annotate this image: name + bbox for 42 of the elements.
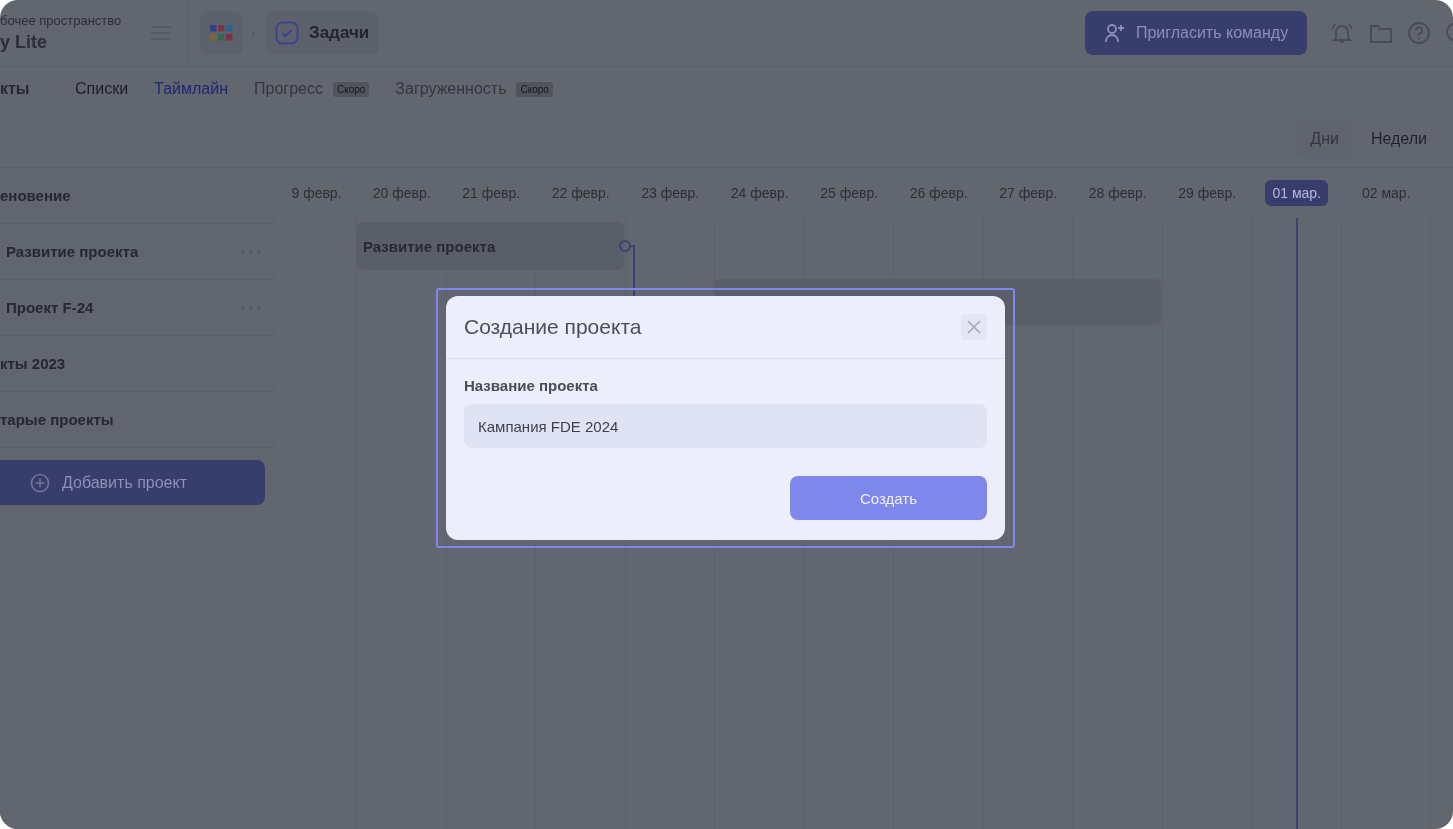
project-name[interactable]: кты 2023: [0, 355, 66, 372]
close-icon: [967, 320, 981, 334]
checkbox-icon: [275, 21, 299, 45]
create-button[interactable]: Создать: [790, 476, 987, 520]
project-name[interactable]: Развитие проекта: [0, 243, 139, 260]
date-label: 23 февр.: [640, 184, 701, 203]
add-project-button[interactable]: Добавить проект: [0, 460, 265, 505]
apps-button[interactable]: [200, 11, 243, 55]
tasks-chip[interactable]: Задачи: [265, 11, 380, 55]
folder-icon[interactable]: [1369, 22, 1393, 44]
date-label: 21 февр.: [461, 184, 522, 203]
grid-icon: [210, 24, 233, 42]
tasks-title: Задачи: [309, 23, 370, 43]
invite-button[interactable]: Пригласить команду: [1085, 11, 1307, 55]
date-label: 26 февр.: [908, 184, 969, 203]
view-tab[interactable]: Списки: [75, 80, 129, 98]
soon-badge: Скоро: [332, 81, 370, 97]
project-name[interactable]: Проект F-24: [0, 299, 94, 316]
date-label: 24 февр.: [729, 184, 790, 203]
scale-toggle[interactable]: Недели: [1356, 119, 1441, 159]
date-label: 28 февр.: [1087, 184, 1148, 203]
date-label: 9 февр.: [290, 184, 343, 203]
project-name[interactable]: тарые проекты: [0, 411, 114, 428]
project-name-field[interactable]: Кампания FDE 2024: [464, 404, 987, 448]
date-label: 01 мар.: [1265, 180, 1329, 206]
plus-icon: [30, 472, 50, 493]
soon-badge: Скоро: [516, 81, 553, 97]
date-label: 27 февр.: [998, 184, 1059, 203]
date-label: 25 февр.: [819, 184, 880, 203]
date-label: 20 февр.: [371, 184, 432, 203]
help-icon[interactable]: [1407, 21, 1431, 45]
view-tab[interactable]: Таймлайн: [154, 80, 228, 98]
close-button[interactable]: [961, 314, 987, 340]
date-label: 02 мар.: [1360, 184, 1412, 203]
column-header: еновение: [0, 187, 71, 204]
field-label: Название проекта: [464, 377, 599, 394]
add-user-icon: [1103, 23, 1126, 43]
section-title: кты: [0, 80, 31, 98]
bell-icon[interactable]: [1329, 21, 1355, 45]
date-label: 29 февр.: [1177, 184, 1238, 203]
dialog-title: Создание проекта: [464, 315, 642, 339]
date-label: 22 февр.: [550, 184, 611, 203]
